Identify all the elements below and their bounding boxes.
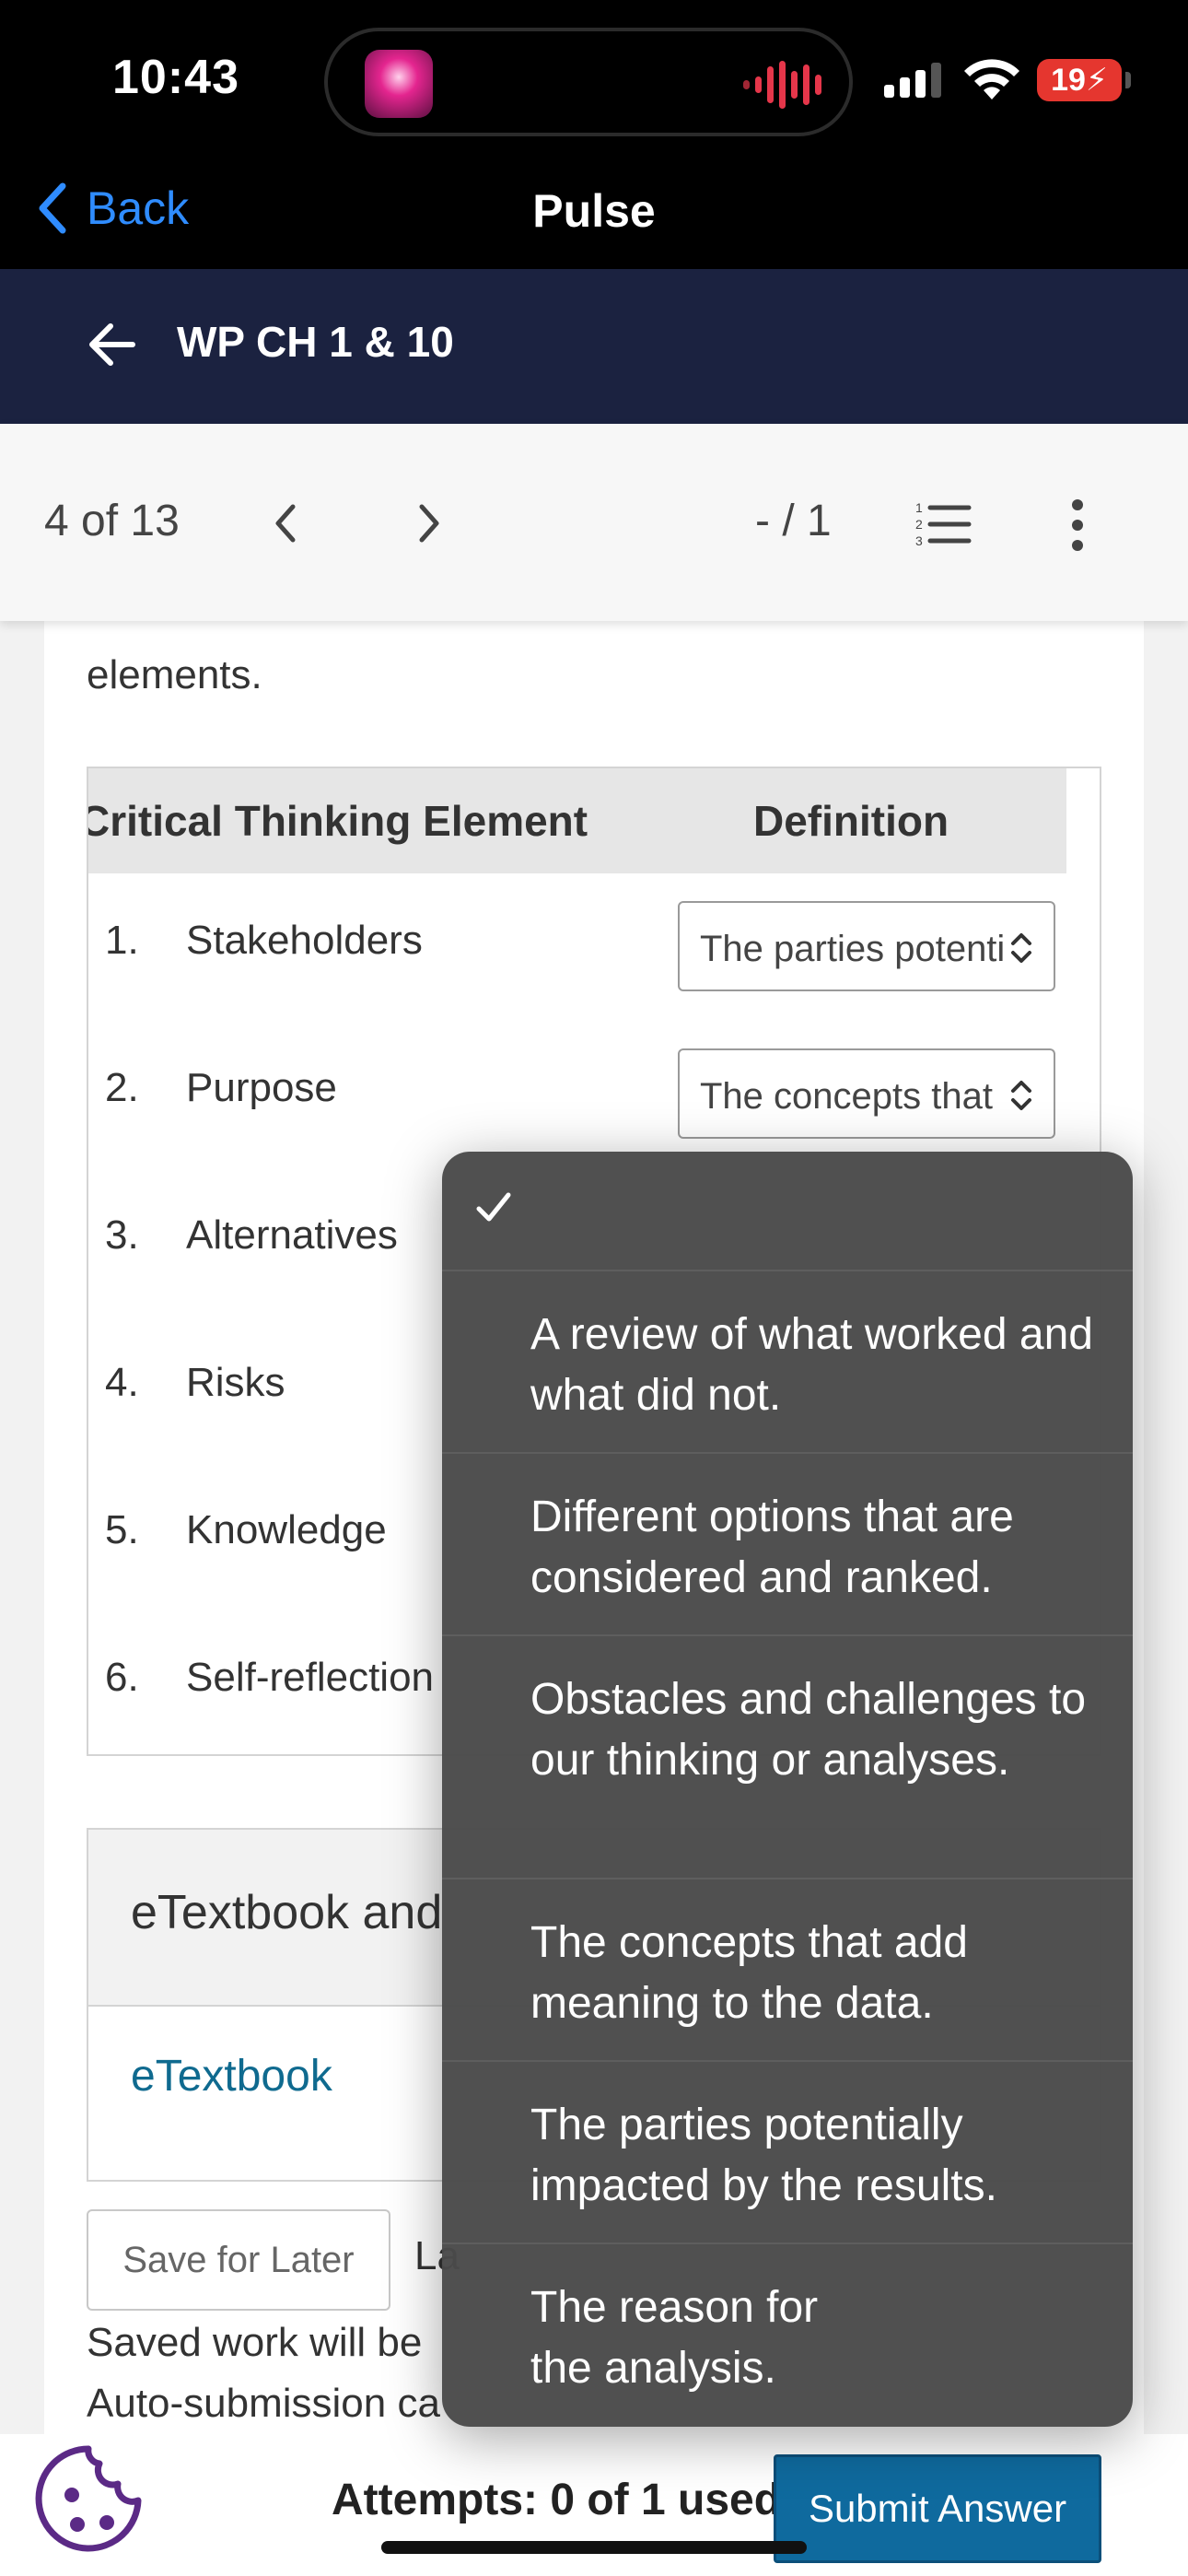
question-prompt: elements. (87, 652, 262, 697)
svg-text:2: 2 (915, 517, 923, 532)
column-header-definition: Definition (753, 797, 949, 845)
definition-select-value: The concepts that add meaning to the dat… (700, 1076, 1004, 1117)
picker-option-label: A review of what worked and what did not… (530, 1310, 1093, 1420)
row-number: 3. (105, 1212, 139, 1258)
row-label: Self-reflection (186, 1655, 435, 1700)
question-toolbar: 4 of 13 - / 1 1 2 3 (0, 424, 1188, 621)
row-number: 2. (105, 1065, 139, 1110)
picker-option-label: Obstacles and challenges to our thinking… (530, 1675, 1087, 1785)
home-indicator (381, 2541, 807, 2554)
etextbook-link[interactable]: eTextbook (131, 2051, 332, 2102)
picker-option-label: The reason for the analysis. (530, 2283, 819, 2393)
definition-select[interactable]: The parties potentially impacted by the … (678, 901, 1055, 991)
table-row: 1. Stakeholders The parties potentially … (88, 873, 1100, 1021)
table-row: 2. Purpose The concepts that add meaning… (88, 1021, 1100, 1168)
picker-option[interactable]: The parties potentially impacted by the … (442, 2062, 1133, 2244)
checkmark-icon (476, 1192, 511, 1222)
definition-select[interactable]: The concepts that add meaning to the dat… (678, 1048, 1055, 1139)
row-label: Risks (186, 1360, 285, 1405)
definition-picker-menu: A review of what worked and what did not… (442, 1152, 1133, 2427)
cookie-settings-icon[interactable] (31, 2441, 146, 2556)
save-for-later-button[interactable]: Save for Later (87, 2209, 390, 2311)
question-position: 4 of 13 (44, 497, 180, 545)
charging-bolt-icon: ⚡ (1085, 63, 1108, 98)
svg-text:3: 3 (915, 533, 923, 548)
dynamic-island[interactable] (324, 28, 853, 136)
row-number: 5. (105, 1507, 139, 1552)
cellular-signal-icon (884, 61, 941, 98)
course-header: WP CH 1 & 10 (0, 269, 1188, 424)
wifi-icon (964, 59, 1019, 100)
definition-select-value: The parties potentially impacted by the … (700, 929, 1004, 969)
row-label: Stakeholders (186, 918, 423, 963)
table-header: Critical Thinking Element Definition (88, 768, 1066, 873)
previous-question-button[interactable] (267, 498, 304, 549)
attempts-counter: Attempts: 0 of 1 used (332, 2476, 782, 2524)
battery-indicator: 19⚡ (1037, 59, 1122, 101)
status-time: 10:43 (112, 51, 239, 104)
now-playing-artwork (365, 50, 433, 118)
next-question-button[interactable] (411, 498, 448, 549)
picker-option[interactable]: Obstacles and challenges to our thinking… (442, 1636, 1133, 1879)
picker-option[interactable]: Different options that are considered an… (442, 1454, 1133, 1636)
course-title: WP CH 1 & 10 (177, 318, 454, 366)
picker-option-blank[interactable] (442, 1152, 1133, 1271)
picker-option-label: The concepts that add meaning to the dat… (530, 1918, 968, 2028)
more-options-icon[interactable] (1068, 498, 1087, 553)
arrow-left-icon[interactable] (83, 315, 142, 374)
audio-waveform-icon (743, 59, 821, 111)
row-number: 4. (105, 1360, 139, 1405)
picker-option-label: The parties potentially impacted by the … (530, 2101, 997, 2210)
question-list-icon[interactable]: 1 2 3 (914, 498, 973, 549)
picker-option[interactable]: A review of what worked and what did not… (442, 1271, 1133, 1454)
page-title: Pulse (532, 185, 656, 237)
status-bar: 10:43 19⚡ (0, 0, 1188, 147)
picker-option[interactable]: The concepts that add meaning to the dat… (442, 1879, 1133, 2062)
battery-cap (1125, 72, 1131, 88)
row-number: 6. (105, 1655, 139, 1700)
column-header-element: Critical Thinking Element (87, 797, 588, 845)
submit-answer-button[interactable]: Submit Answer (774, 2454, 1101, 2563)
resources-title: eTextbook and (131, 1886, 443, 1939)
row-label: Alternatives (186, 1212, 398, 1258)
navigation-bar: Back Pulse (0, 147, 1188, 269)
row-number: 1. (105, 918, 139, 963)
chevron-up-down-icon (1011, 933, 1031, 963)
picker-option-label: Different options that are considered an… (530, 1493, 1014, 1602)
row-label: Purpose (186, 1065, 337, 1110)
row-label: Knowledge (186, 1507, 387, 1552)
svg-text:1: 1 (915, 500, 923, 515)
picker-option[interactable]: The reason for the analysis. (442, 2244, 1133, 2427)
chevron-up-down-icon (1011, 1081, 1031, 1110)
question-score: - / 1 (755, 497, 832, 545)
battery-level: 19 (1051, 63, 1086, 98)
